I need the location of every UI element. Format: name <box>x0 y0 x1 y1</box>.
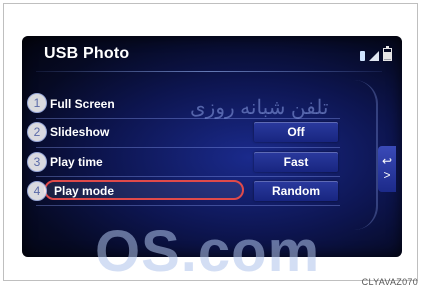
bluetooth-icon <box>360 51 365 61</box>
play-time-value-button[interactable]: Fast <box>254 152 338 172</box>
watermark-persian: تلفن شبانه روزی <box>190 97 329 119</box>
scroll-arc <box>354 80 378 230</box>
watermark-domain: OS.com <box>95 219 321 284</box>
row-divider <box>36 176 340 177</box>
play-mode-value-button[interactable]: Random <box>254 181 338 201</box>
menu-item-play-time[interactable]: Play time Fast <box>36 150 356 174</box>
slideshow-value-button[interactable]: Off <box>254 122 338 142</box>
title-divider <box>36 71 382 72</box>
callout-number: 2 <box>27 122 47 142</box>
signal-icon <box>369 51 379 61</box>
screen-title: USB Photo <box>44 45 130 62</box>
callout-number: 1 <box>27 93 47 113</box>
battery-icon <box>383 46 392 61</box>
row-divider <box>36 205 340 206</box>
menu-item-label: Play time <box>50 155 103 169</box>
callout-number: 4 <box>27 181 47 201</box>
figure-code: CLYAVAZ070 <box>361 277 418 287</box>
menu-item-label: Slideshow <box>50 125 110 139</box>
row-divider <box>36 147 340 148</box>
menu-item-label: Play mode <box>54 184 115 198</box>
status-bar <box>360 46 392 61</box>
menu-item-label: Full Screen <box>50 97 115 111</box>
menu-item-play-mode[interactable]: Play mode Random <box>36 179 356 203</box>
back-button[interactable]: ↩ > <box>378 146 396 192</box>
menu-item-slideshow[interactable]: Slideshow Off <box>36 120 356 144</box>
callout-number: 3 <box>27 152 47 172</box>
